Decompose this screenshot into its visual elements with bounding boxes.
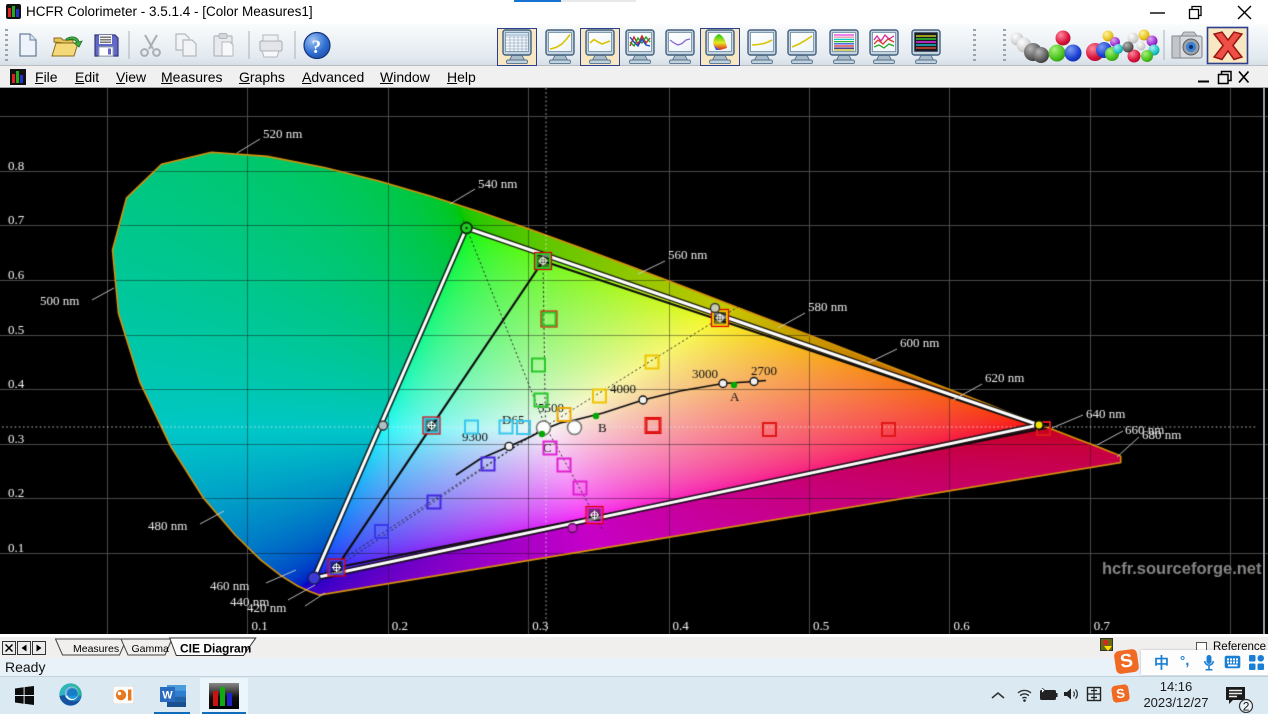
svg-text:Gamma: Gamma [132,643,170,655]
svg-text:2: 2 [1243,700,1250,714]
svg-text:CIE Diagram: CIE Diagram [180,642,251,656]
svg-text:W: W [162,690,173,702]
svg-text:Measures: Measures [73,643,119,655]
